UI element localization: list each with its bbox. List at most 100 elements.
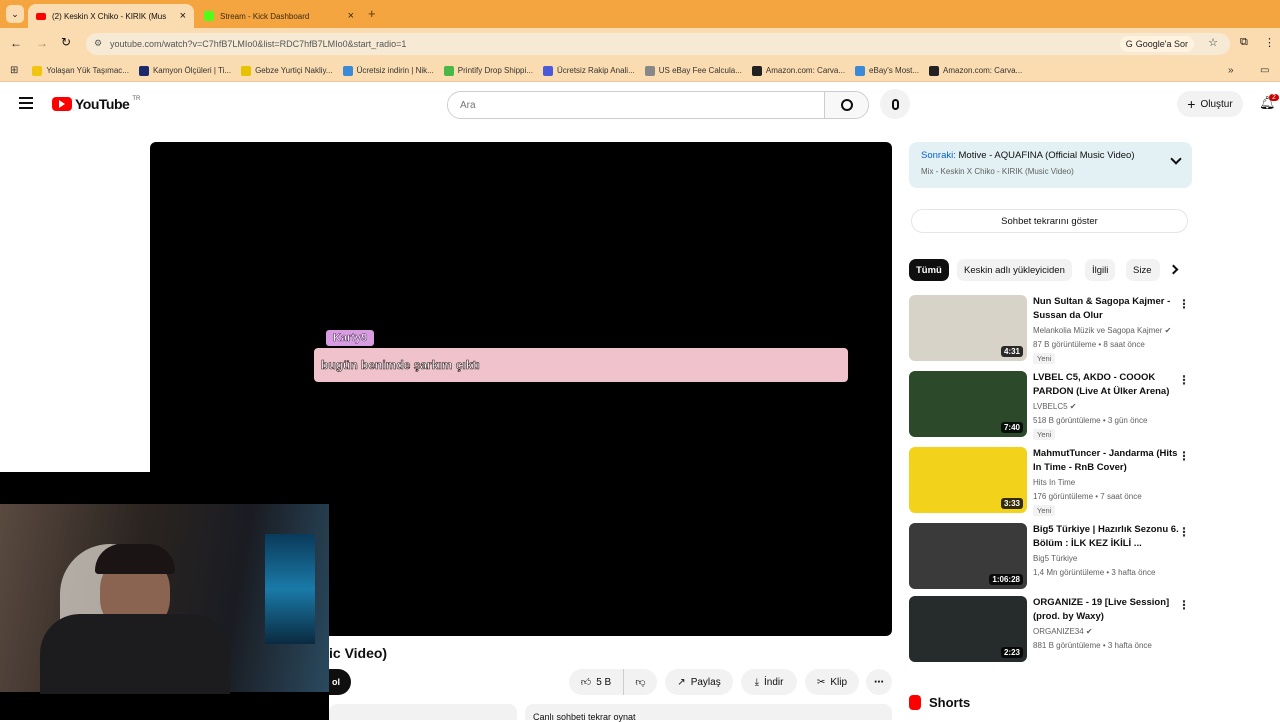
- video-meta: 1,4 Mn görüntüleme • 3 hafta önce: [1033, 568, 1156, 577]
- bookmark-favicon-icon: [32, 65, 43, 76]
- bookmark-star-icon[interactable]: ☆: [1208, 36, 1218, 49]
- video-thumbnail[interactable]: 7:40: [909, 371, 1027, 437]
- tab-title: (2) Keskin X Chiko - KIRIK (Mus: [52, 11, 167, 21]
- video-title[interactable]: Nun Sultan & Sagopa Kajmer - Sussan da O…: [1033, 295, 1179, 323]
- video-title[interactable]: Big5 Türkiye | Hazırlık Sezonu 6. Bölüm …: [1033, 523, 1179, 551]
- video-duration: 7:40: [1000, 422, 1023, 433]
- tab-kick[interactable]: Stream - Kick Dashboard ×: [196, 4, 362, 28]
- video-thumbnail[interactable]: 1:06:28: [909, 523, 1027, 589]
- show-chat-replay-button[interactable]: Sohbet tekrarını göster: [911, 209, 1188, 233]
- chips-next-icon[interactable]: [1168, 264, 1179, 275]
- video-title: ic Video): [329, 645, 388, 661]
- more-vertical-icon[interactable]: ⋮: [1178, 373, 1190, 387]
- video-channel[interactable]: ORGANIZE34 ✔: [1033, 627, 1093, 636]
- scissors-icon: ✂: [816, 676, 826, 688]
- tab-search-icon[interactable]: ⌄: [6, 5, 24, 23]
- description-box[interactable]: [329, 704, 517, 720]
- share-button[interactable]: ↗ Paylaş: [665, 669, 733, 695]
- youtube-logo[interactable]: YouTube TR: [52, 96, 140, 112]
- chip-for-you[interactable]: Size: [1126, 259, 1160, 281]
- chip-related[interactable]: İlgili: [1085, 259, 1116, 281]
- close-tab-icon[interactable]: ×: [348, 10, 354, 22]
- profile-icon[interactable]: ⋮: [1264, 36, 1275, 49]
- bookmark-item[interactable]: Yolaşan Yük Taşımac...: [32, 65, 129, 76]
- bookmark-favicon-icon: [241, 65, 252, 76]
- video-channel[interactable]: LVBELC5 ✔: [1033, 402, 1076, 411]
- bookmark-item[interactable]: Amazon.com: Carva...: [929, 65, 1022, 76]
- next-title: Motive - AQUAFINA (Official Music Video): [958, 150, 1135, 161]
- tab-title: Stream - Kick Dashboard: [220, 11, 310, 21]
- download-button[interactable]: ⤓ İndir: [741, 669, 797, 695]
- video-channel[interactable]: Melankolia Müzik ve Sagopa Kajmer ✔: [1033, 326, 1171, 335]
- thumbs-down-icon: 👎︎: [635, 677, 646, 688]
- recommended-video[interactable]: 1:06:28 Big5 Türkiye | Hazırlık Sezonu 6.…: [909, 523, 1192, 591]
- video-channel[interactable]: Hits In Time: [1033, 478, 1075, 487]
- clip-button[interactable]: ✂ Klip: [805, 669, 859, 695]
- dislike-button[interactable]: 👎︎: [623, 669, 657, 695]
- bookmark-item[interactable]: Ücretsiz Rakip Anali...: [542, 65, 635, 76]
- more-actions-button[interactable]: ⋯: [866, 669, 892, 695]
- bookmark-item[interactable]: eBay's Most...: [855, 65, 919, 76]
- bookmark-item[interactable]: Ücretsiz indirin | Nik...: [342, 65, 434, 76]
- video-title[interactable]: MahmutTuncer - Jandarma (Hits In Time - …: [1033, 447, 1179, 475]
- recommended-video[interactable]: 4:31 Nun Sultan & Sagopa Kajmer - Sussan …: [909, 295, 1192, 364]
- tab-youtube[interactable]: (2) Keskin X Chiko - KIRIK (Mus ×: [28, 4, 194, 28]
- folder-icon[interactable]: ▭: [1260, 65, 1269, 76]
- video-duration: 1:06:28: [989, 574, 1023, 585]
- browser-toolbar: ← → ↻ ⚙ youtube.com/watch?v=C7hfB7LMIo0&…: [0, 28, 1280, 60]
- bookmark-item[interactable]: Kamyon Ölçüleri | Ti...: [138, 65, 231, 76]
- reload-icon[interactable]: ↻: [61, 35, 71, 49]
- bookmark-item[interactable]: US eBay Fee Calcula...: [644, 65, 742, 76]
- webcam-feed: [0, 504, 329, 694]
- chat-replay-panel[interactable]: Canlı sohbeti tekrar oynat: [525, 704, 892, 722]
- video-title[interactable]: LVBEL C5, AKDO - COOOK PARDON (Live At Ü…: [1033, 371, 1179, 399]
- close-tab-icon[interactable]: ×: [180, 10, 186, 22]
- up-next-panel[interactable]: Sonraki: Motive - AQUAFINA (Official Mus…: [909, 142, 1192, 188]
- site-info-icon[interactable]: ⚙: [94, 38, 102, 49]
- apps-icon[interactable]: ⊞: [10, 65, 18, 76]
- more-vertical-icon[interactable]: ⋮: [1178, 297, 1190, 311]
- recommended-video[interactable]: 7:40 LVBEL C5, AKDO - COOOK PARDON (Live …: [909, 371, 1192, 440]
- video-channel[interactable]: Big5 Türkiye: [1033, 554, 1077, 563]
- chip-all[interactable]: Tümü: [909, 259, 949, 281]
- google-lens-button[interactable]: G Google'a Sor: [1119, 36, 1194, 52]
- bookmark-item[interactable]: Amazon.com: Carva...: [751, 65, 845, 76]
- video-title[interactable]: ORGANIZE - 19 [Live Session] (prod. by W…: [1033, 596, 1179, 624]
- search-button[interactable]: [824, 92, 868, 118]
- create-button[interactable]: + Oluştur: [1177, 91, 1243, 117]
- video-meta: 176 görüntüleme • 7 saat önce: [1033, 492, 1142, 501]
- video-thumbnail[interactable]: 3:33: [909, 447, 1027, 513]
- like-button[interactable]: 👍︎ 5 B: [569, 669, 623, 695]
- bookmark-item[interactable]: Printify Drop Shippi...: [443, 65, 533, 76]
- bookmark-item[interactable]: Gebze Yurtiçi Nakliy...: [241, 65, 333, 76]
- menu-icon[interactable]: [19, 97, 33, 109]
- back-icon[interactable]: ←: [10, 36, 22, 50]
- more-horizontal-icon: ⋯: [874, 676, 884, 688]
- video-duration: 2:23: [1000, 647, 1023, 658]
- next-prefix: Sonraki:: [921, 150, 956, 161]
- bookmark-favicon-icon: [751, 65, 762, 76]
- search-input[interactable]: [448, 92, 824, 118]
- recommended-video[interactable]: 3:33 MahmutTuncer - Jandarma (Hits In Tim…: [909, 447, 1192, 516]
- address-bar[interactable]: ⚙ youtube.com/watch?v=C7hfB7LMIo0&list=R…: [86, 33, 1230, 55]
- voice-search-button[interactable]: [880, 89, 910, 119]
- bookmark-favicon-icon: [138, 65, 149, 76]
- more-vertical-icon[interactable]: ⋮: [1178, 525, 1190, 539]
- microphone-icon: [891, 98, 899, 110]
- share-icon: ↗: [677, 676, 686, 688]
- shorts-header: Shorts: [909, 695, 970, 710]
- extensions-icon[interactable]: ⧉: [1240, 36, 1248, 49]
- more-bookmarks-icon[interactable]: »: [1228, 65, 1234, 76]
- recommended-video[interactable]: 2:23 ORGANIZE - 19 [Live Session] (prod. …: [909, 596, 1192, 664]
- bookmark-favicon-icon: [929, 65, 940, 76]
- video-thumbnail[interactable]: 4:31: [909, 295, 1027, 361]
- more-vertical-icon[interactable]: ⋮: [1178, 449, 1190, 463]
- new-tab-icon[interactable]: +: [368, 6, 376, 21]
- video-thumbnail[interactable]: 2:23: [909, 596, 1027, 662]
- search-box: [447, 91, 869, 119]
- verified-icon: ✔: [1067, 402, 1077, 411]
- chip-from-uploader[interactable]: Keskin adlı yükleyiciden: [957, 259, 1072, 281]
- more-vertical-icon[interactable]: ⋮: [1178, 598, 1190, 612]
- forward-icon[interactable]: →: [36, 36, 48, 50]
- youtube-favicon-icon: [36, 12, 46, 20]
